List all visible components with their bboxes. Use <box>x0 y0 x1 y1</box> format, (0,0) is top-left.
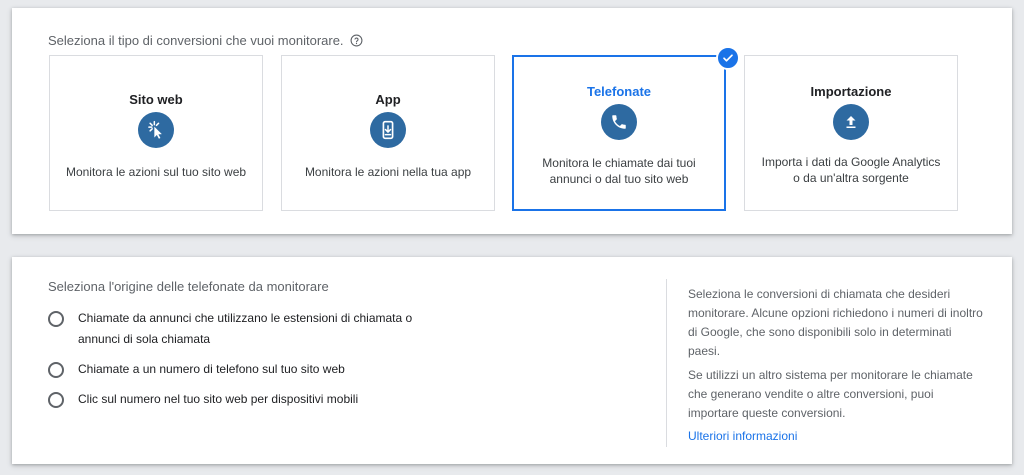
radio-option-ad-calls[interactable]: Chiamate da annunci che utilizzano le es… <box>48 310 428 350</box>
radio-option-website-number[interactable]: Chiamate a un numero di telefono sul tuo… <box>48 361 345 380</box>
tile-website-title: Sito web <box>129 92 183 107</box>
mobile-download-icon <box>370 112 406 148</box>
radio-option-label: Chiamate a un numero di telefono sul tuo… <box>78 362 345 376</box>
phone-icon <box>601 104 637 140</box>
vertical-divider <box>666 279 667 447</box>
tile-phone-calls-description: Monitora le chiamate dai tuoi annunci o … <box>542 156 696 186</box>
learn-more-link[interactable]: Ulteriori informazioni <box>688 429 797 443</box>
tile-phone-calls-title: Telefonate <box>586 84 652 99</box>
checkmark-icon <box>716 46 740 70</box>
tile-import-description: Importa i dati da Google Analytics o da … <box>761 155 941 185</box>
conversion-type-prompt-text: Seleziona il tipo di conversioni che vuo… <box>48 33 344 48</box>
conversion-type-prompt: Seleziona il tipo di conversioni che vuo… <box>48 33 363 50</box>
radio-option-label: Chiamate da annunci che utilizzano le es… <box>78 311 413 346</box>
tile-app-description: Monitora le azioni nella tua app <box>304 165 472 179</box>
radio-option-mobile-click[interactable]: Clic sul numero nel tuo sito web per dis… <box>48 391 358 410</box>
call-source-card: Seleziona l'origine delle telefonate da … <box>12 257 1012 464</box>
radio-button[interactable] <box>48 362 64 378</box>
upload-icon <box>833 104 869 140</box>
info-paragraph: Seleziona le conversioni di chiamata che… <box>688 287 983 358</box>
radio-button[interactable] <box>48 392 64 408</box>
tile-app-title: App <box>375 92 401 107</box>
tile-app[interactable]: App Monitora le azioni nella tua app <box>281 55 495 211</box>
tile-phone-calls[interactable]: Telefonate Monitora le chiamate dai tuoi… <box>512 55 726 211</box>
radio-option-label: Clic sul numero nel tuo sito web per dis… <box>78 392 359 406</box>
tile-import[interactable]: Importazione Importa i dati da Google An… <box>744 55 958 211</box>
cursor-click-icon <box>138 112 174 148</box>
info-paragraph: Se utilizzi un altro sistema per monitor… <box>688 368 973 420</box>
conversion-type-card: Seleziona il tipo di conversioni che vuo… <box>12 8 1012 234</box>
help-circle-icon[interactable] <box>350 34 363 50</box>
tile-website[interactable]: Sito web Monitora le azioni sul tuo sito… <box>49 55 263 211</box>
call-source-title: Seleziona l'origine delle telefonate da … <box>48 279 329 294</box>
tile-import-title: Importazione <box>810 84 892 99</box>
tile-website-description: Monitora le azioni sul tuo sito web <box>65 165 247 179</box>
radio-button[interactable] <box>48 311 64 327</box>
